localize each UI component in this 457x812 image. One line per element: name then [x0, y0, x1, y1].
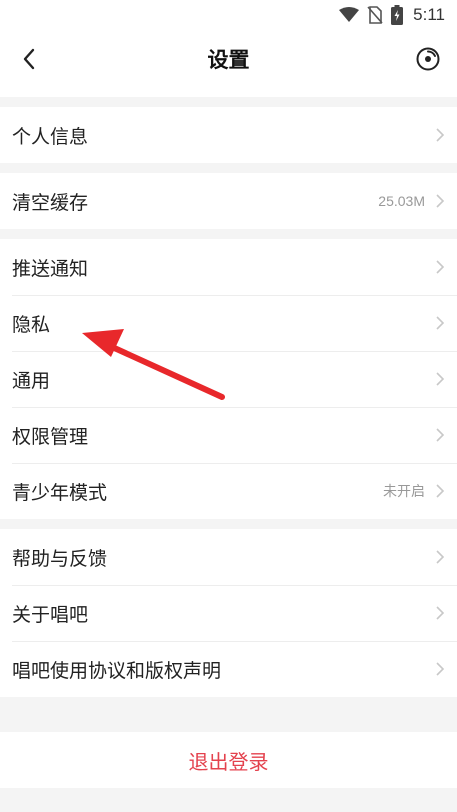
no-sim-icon [367, 6, 383, 24]
settings-item-label: 个人信息 [12, 125, 89, 148]
battery-charging-icon [391, 5, 404, 25]
settings-item-label: 推送通知 [12, 257, 89, 280]
settings-item-label: 清空缓存 [12, 191, 89, 214]
back-button[interactable] [14, 44, 44, 74]
chevron-right-icon [435, 193, 445, 209]
settings-item-help-feedback[interactable]: 帮助与反馈 [0, 529, 457, 585]
settings-item-about[interactable]: 关于唱吧 [0, 585, 457, 641]
chevron-right-icon [435, 259, 445, 275]
wifi-icon [339, 7, 360, 23]
settings-item-label: 通用 [12, 369, 51, 392]
settings-group-general: 推送通知 隐私 通用 权限管理 青少年模式 未开启 [0, 239, 457, 519]
settings-item-label: 隐私 [12, 313, 51, 336]
settings-group-cache: 清空缓存 25.03M [0, 173, 457, 229]
record-icon [416, 47, 440, 71]
settings-item-label: 关于唱吧 [12, 603, 89, 626]
settings-group-about: 帮助与反馈 关于唱吧 唱吧使用协议和版权声明 [0, 529, 457, 697]
chevron-right-icon [435, 127, 445, 143]
settings-item-teen-mode[interactable]: 青少年模式 未开启 [0, 463, 457, 519]
nav-bar: 设置 [0, 30, 457, 88]
settings-item-clear-cache[interactable]: 清空缓存 25.03M [0, 173, 457, 229]
chevron-right-icon [435, 315, 445, 331]
logout-label: 退出登录 [188, 749, 269, 774]
logout-button[interactable]: 退出登录 [0, 732, 457, 788]
settings-item-general[interactable]: 通用 [0, 351, 457, 407]
chevron-right-icon [435, 549, 445, 565]
chevron-right-icon [435, 483, 445, 499]
chevron-right-icon [435, 605, 445, 621]
chevron-right-icon [435, 371, 445, 387]
cache-size-value: 25.03M [378, 193, 425, 209]
status-bar: 5:11 [0, 0, 457, 30]
record-button[interactable] [413, 44, 443, 74]
chevron-left-icon [23, 48, 35, 70]
settings-item-label: 唱吧使用协议和版权声明 [12, 659, 222, 682]
teen-mode-status: 未开启 [383, 483, 425, 499]
top-strip [0, 88, 457, 97]
settings-item-push-notifications[interactable]: 推送通知 [0, 239, 457, 295]
page-title: 设置 [207, 48, 250, 72]
settings-item-permissions[interactable]: 权限管理 [0, 407, 457, 463]
settings-item-user-agreement[interactable]: 唱吧使用协议和版权声明 [0, 641, 457, 697]
settings-group-profile: 个人信息 [0, 107, 457, 163]
chevron-right-icon [435, 427, 445, 443]
settings-item-label: 青少年模式 [12, 481, 108, 504]
chevron-right-icon [435, 661, 445, 677]
settings-item-label: 帮助与反馈 [12, 547, 108, 570]
settings-item-privacy[interactable]: 隐私 [0, 295, 457, 351]
settings-item-label: 权限管理 [12, 425, 89, 448]
status-time: 5:11 [413, 5, 445, 24]
settings-item-personal-info[interactable]: 个人信息 [0, 107, 457, 163]
